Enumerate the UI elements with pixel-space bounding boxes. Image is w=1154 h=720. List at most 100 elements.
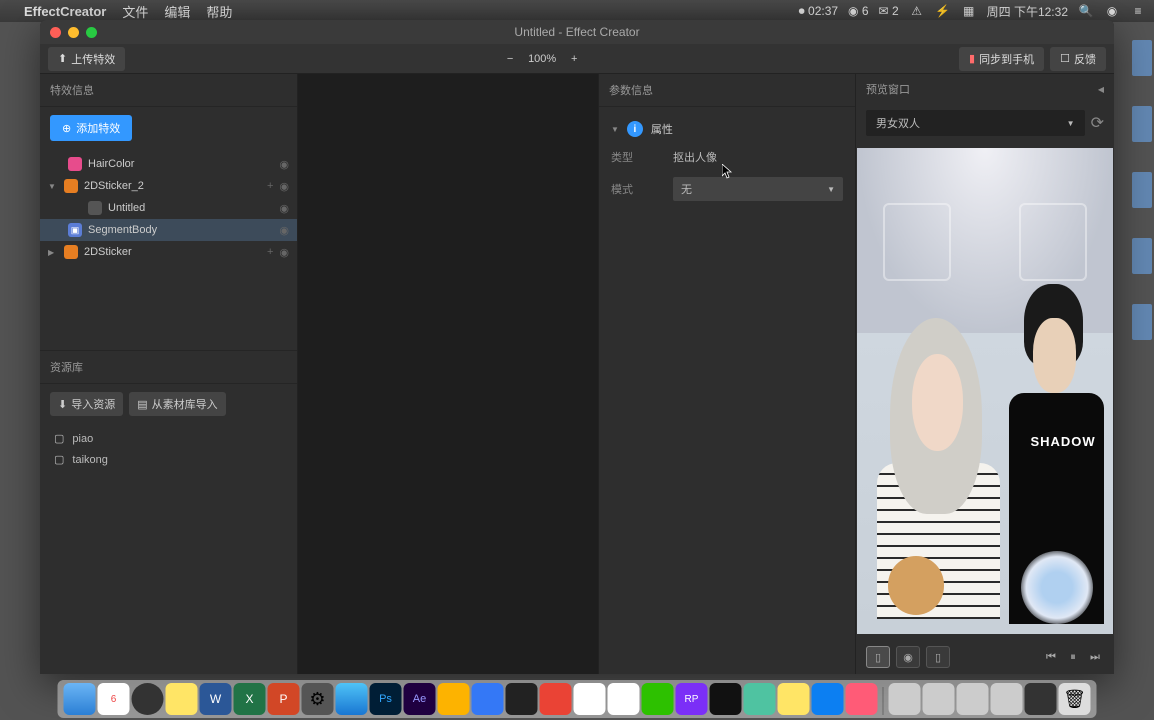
- expand-arrow-icon[interactable]: ▼: [48, 182, 58, 191]
- resource-item[interactable]: ▢ taikong: [40, 449, 297, 470]
- photoshop-icon[interactable]: Ps: [370, 683, 402, 715]
- settings-icon[interactable]: ⚙: [302, 683, 334, 715]
- siri-icon[interactable]: ◉: [1104, 3, 1120, 19]
- device-portrait-button[interactable]: ▯: [866, 646, 890, 668]
- info-icon: i: [627, 121, 643, 137]
- desktop-file[interactable]: [1132, 172, 1152, 208]
- wifi-icon[interactable]: ⚠: [909, 3, 925, 19]
- finder-icon[interactable]: [64, 683, 96, 715]
- desktop-file[interactable]: [1132, 238, 1152, 274]
- datetime[interactable]: 周四 下午12:32: [987, 3, 1068, 20]
- mode-select[interactable]: 无 ▼: [673, 177, 843, 201]
- word-icon[interactable]: W: [200, 683, 232, 715]
- effects-header: 特效信息: [40, 74, 297, 107]
- mail-icon[interactable]: [540, 683, 572, 715]
- menu-help[interactable]: 帮助: [206, 2, 232, 21]
- add-child-button[interactable]: +: [267, 180, 273, 193]
- axure-icon[interactable]: RP: [676, 683, 708, 715]
- app-icon[interactable]: [778, 683, 810, 715]
- app-icon[interactable]: [846, 683, 878, 715]
- close-window-button[interactable]: [50, 27, 61, 38]
- menu-file[interactable]: 文件: [122, 2, 148, 21]
- tree-item-segmentbody[interactable]: ▣ SegmentBody ◉: [40, 219, 297, 241]
- notes-icon[interactable]: [166, 683, 198, 715]
- visibility-toggle[interactable]: ◉: [279, 158, 289, 171]
- app-name-menu[interactable]: EffectCreator: [24, 4, 106, 19]
- safari-icon[interactable]: [132, 683, 164, 715]
- notifications-icon[interactable]: ≡: [1130, 3, 1146, 19]
- app-icon[interactable]: [744, 683, 776, 715]
- add-child-button[interactable]: +: [267, 246, 273, 259]
- device-phone-button[interactable]: ▯: [926, 646, 950, 668]
- tree-item-2dsticker2[interactable]: ▼ 2DSticker_2 + ◉: [40, 175, 297, 197]
- zoom-level: 100%: [528, 53, 556, 65]
- app-icon[interactable]: [991, 683, 1023, 715]
- attribute-section-header[interactable]: ▼ i 属性: [607, 115, 847, 143]
- preview-template-select[interactable]: 男女双人 ▼: [866, 110, 1085, 136]
- wechat-icon[interactable]: [642, 683, 674, 715]
- app-icon[interactable]: [710, 683, 742, 715]
- battery-icon[interactable]: ▦: [961, 3, 977, 19]
- import-resource-button[interactable]: ⬇ 导入资源: [50, 392, 123, 416]
- status-badge-2[interactable]: ✉ 2: [879, 4, 899, 18]
- window-title: Untitled - Effect Creator: [514, 25, 639, 39]
- chevron-down-icon: ▼: [611, 125, 619, 134]
- app-icon[interactable]: [923, 683, 955, 715]
- desktop-file[interactable]: [1132, 304, 1152, 340]
- tree-item-haircolor[interactable]: HairColor ◉: [40, 153, 297, 175]
- device-camera-button[interactable]: ◉: [896, 646, 920, 668]
- zoom-in-button[interactable]: +: [566, 51, 582, 67]
- aftereffects-icon[interactable]: Ae: [404, 683, 436, 715]
- expand-arrow-icon[interactable]: ▶: [48, 248, 58, 257]
- sync-phone-button[interactable]: ▮ 同步到手机: [959, 47, 1044, 71]
- menu-edit[interactable]: 编辑: [164, 2, 190, 21]
- trash-icon[interactable]: 🗑: [1059, 683, 1091, 715]
- attribute-label: 属性: [651, 121, 673, 137]
- minimize-window-button[interactable]: [68, 27, 79, 38]
- app-icon[interactable]: [472, 683, 504, 715]
- pause-button[interactable]: ⏸: [1064, 648, 1082, 666]
- resource-item[interactable]: ▢ piao: [40, 428, 297, 449]
- spotlight-icon[interactable]: 🔍: [1078, 3, 1094, 19]
- sketch-icon[interactable]: [438, 683, 470, 715]
- zoom-out-button[interactable]: −: [502, 51, 518, 67]
- calendar-icon[interactable]: 6: [98, 683, 130, 715]
- visibility-toggle[interactable]: ◉: [279, 246, 289, 259]
- add-effect-button[interactable]: ⊕ 添加特效: [50, 115, 132, 141]
- next-frame-button[interactable]: ⏭: [1086, 648, 1104, 666]
- resource-label: piao: [72, 433, 93, 445]
- excel-icon[interactable]: X: [234, 683, 266, 715]
- tree-item-2dsticker[interactable]: ▶ 2DSticker + ◉: [40, 241, 297, 263]
- maximize-window-button[interactable]: [86, 27, 97, 38]
- powerpoint-icon[interactable]: P: [268, 683, 300, 715]
- type-label: 类型: [611, 149, 661, 165]
- canvas[interactable]: [298, 74, 598, 674]
- visibility-toggle[interactable]: ◉: [279, 180, 289, 193]
- desktop-file[interactable]: [1132, 106, 1152, 142]
- tree-label: 2DSticker: [84, 246, 132, 258]
- upload-effect-button[interactable]: ⬆ 上传特效: [48, 47, 125, 71]
- app-icon[interactable]: [574, 683, 606, 715]
- record-indicator[interactable]: ⏺ 02:37: [799, 4, 838, 19]
- tree-item-untitled[interactable]: Untitled ◉: [40, 197, 297, 219]
- app-icon[interactable]: [889, 683, 921, 715]
- chrome-icon[interactable]: [608, 683, 640, 715]
- app-icon[interactable]: [1025, 683, 1057, 715]
- preview-viewport: SHADOW: [857, 148, 1113, 634]
- status-badge-1[interactable]: ◉ 6: [848, 4, 869, 18]
- shirt-text: SHADOW: [1030, 434, 1095, 449]
- feedback-button[interactable]: ☐ 反馈: [1050, 47, 1106, 71]
- import-library-button[interactable]: ▤ 从素材库导入: [129, 392, 225, 416]
- prev-frame-button[interactable]: ⏮: [1042, 648, 1060, 666]
- bluetooth-icon[interactable]: ⚡: [935, 3, 951, 19]
- unity-icon[interactable]: [506, 683, 538, 715]
- app-icon[interactable]: [957, 683, 989, 715]
- template-value: 男女双人: [876, 115, 920, 131]
- visibility-toggle[interactable]: ◉: [279, 224, 289, 237]
- desktop-file[interactable]: [1132, 40, 1152, 76]
- appstore-icon[interactable]: [336, 683, 368, 715]
- collapse-icon[interactable]: ◀: [1098, 85, 1104, 94]
- zoom-icon[interactable]: [812, 683, 844, 715]
- visibility-toggle[interactable]: ◉: [279, 202, 289, 215]
- refresh-button[interactable]: ⟳: [1091, 113, 1104, 133]
